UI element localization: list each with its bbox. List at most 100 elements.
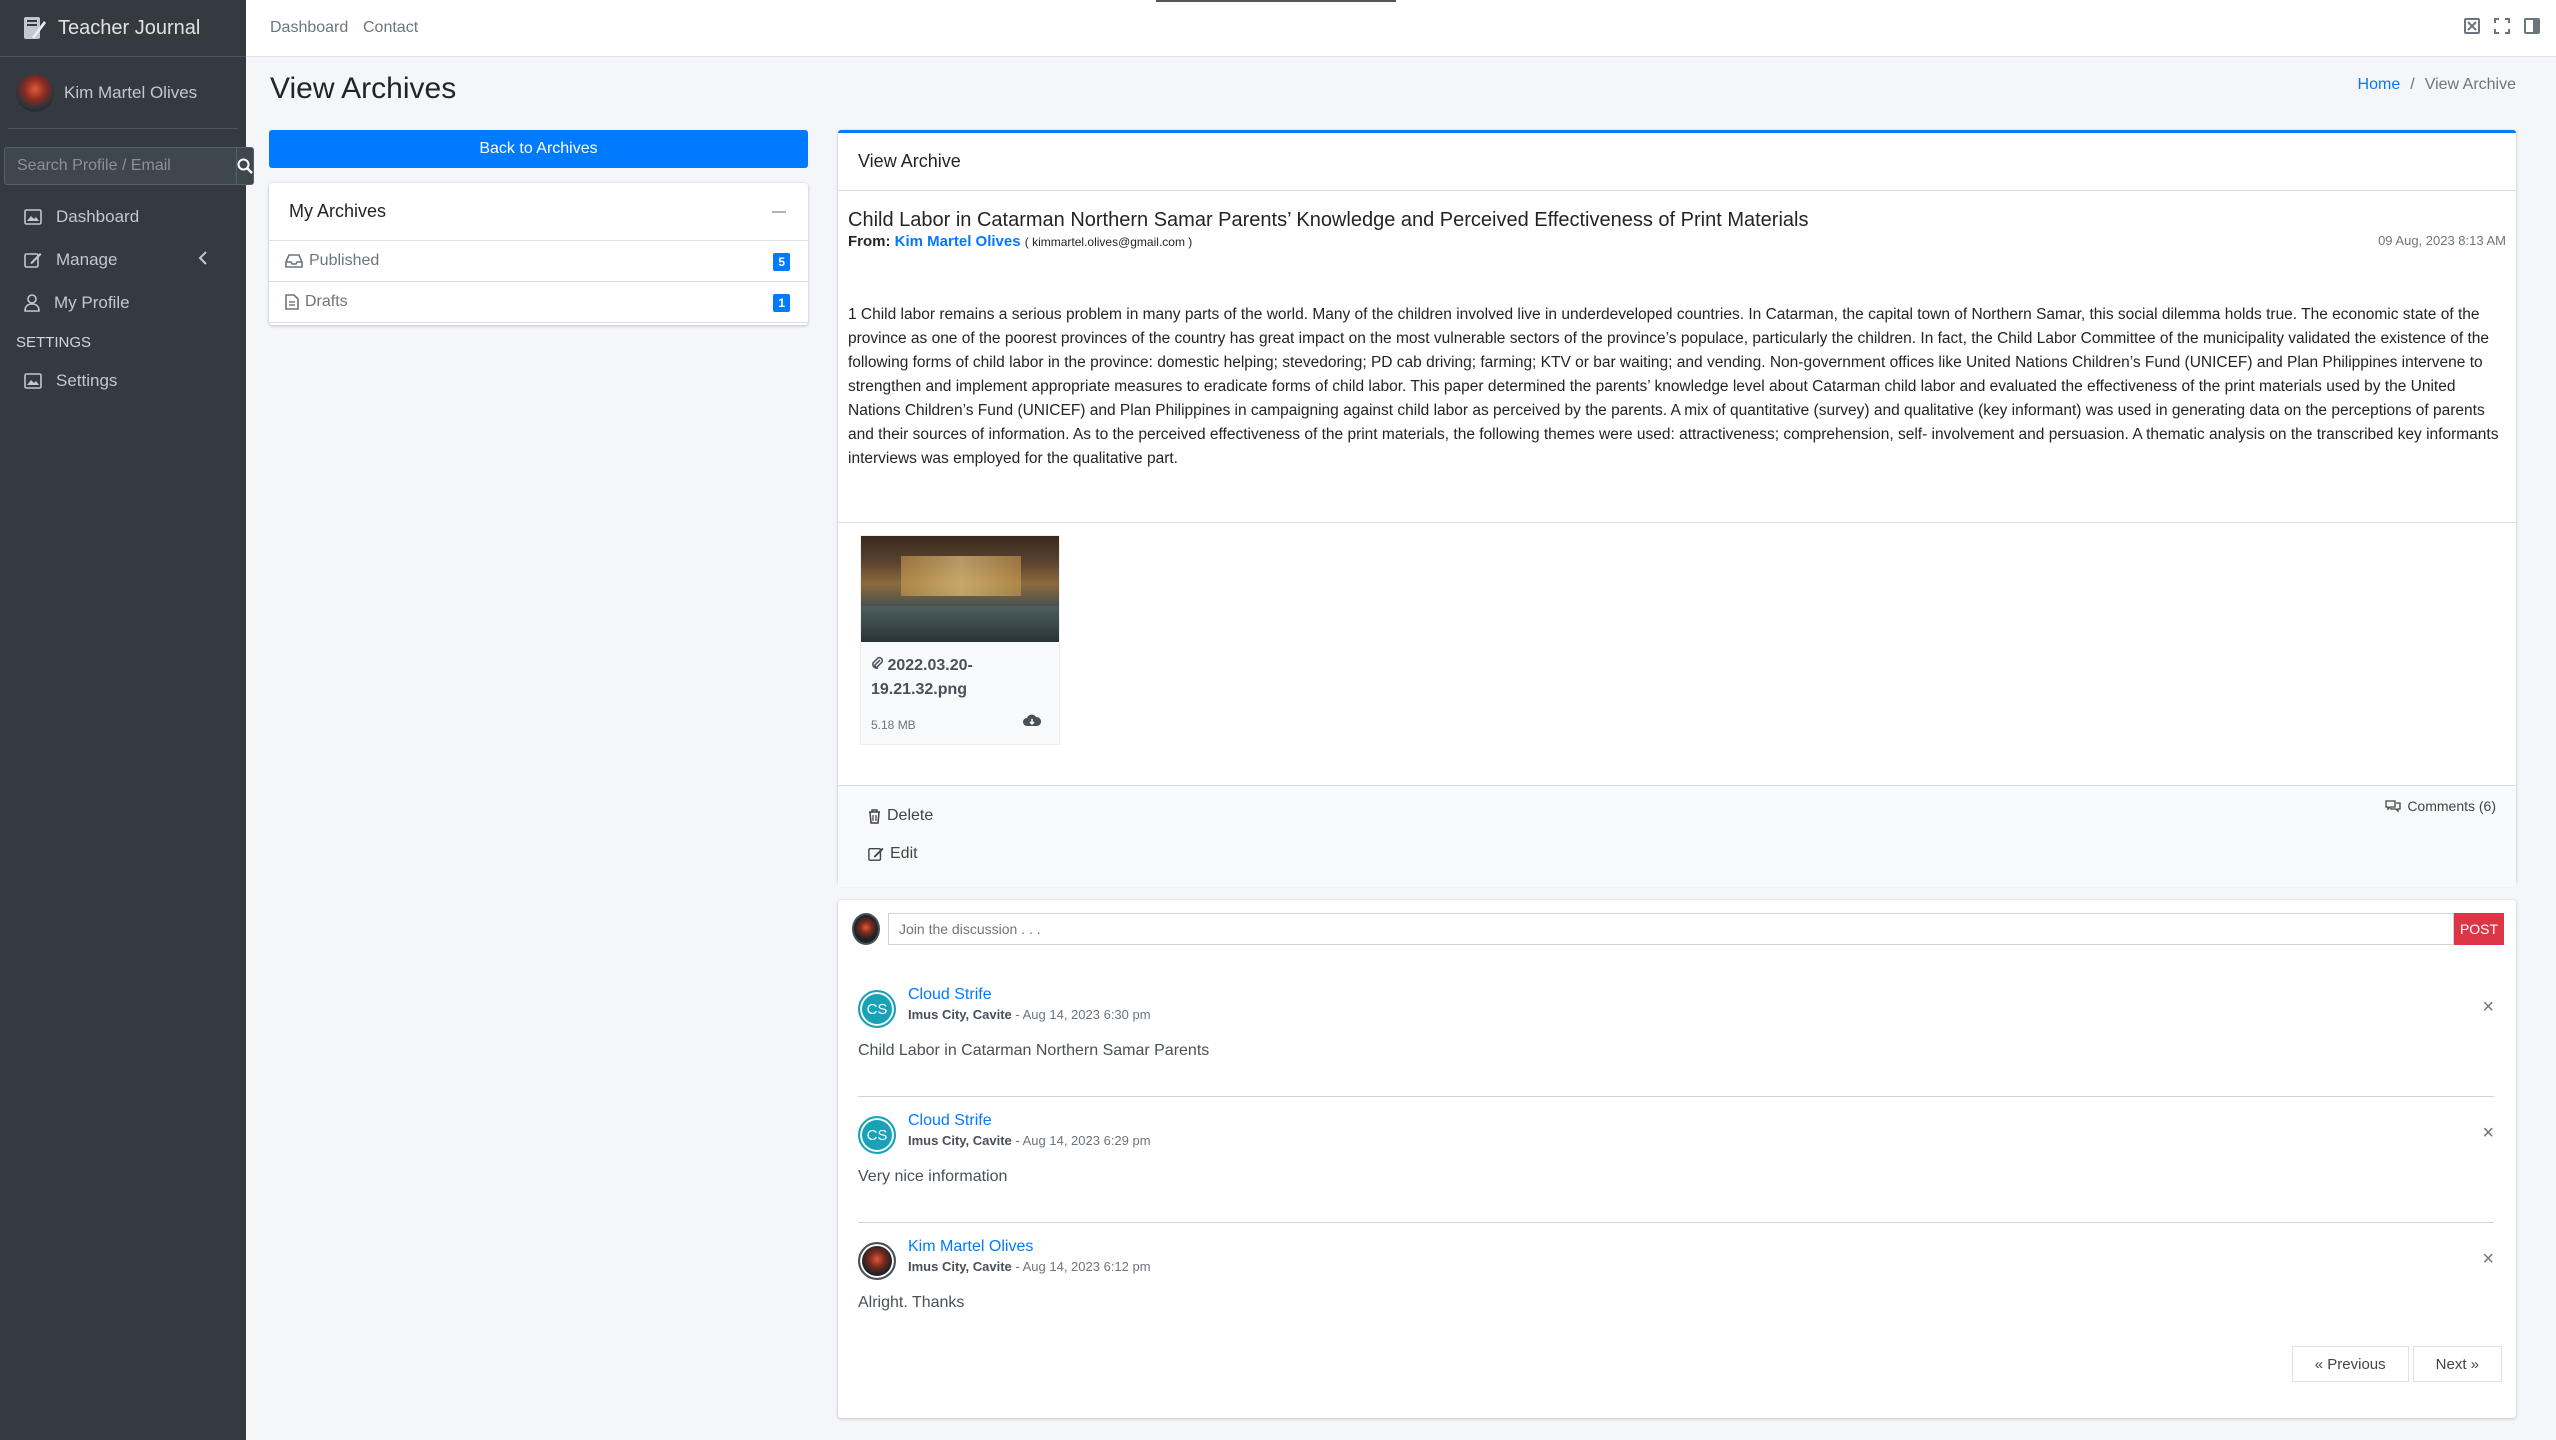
close-icon[interactable]: × <box>2482 1248 2494 1271</box>
divider <box>838 522 2516 523</box>
comment-author[interactable]: Cloud Strife <box>908 1112 992 1130</box>
card-header: View Archive <box>838 133 2516 191</box>
sidebar-item-label: Manage <box>56 249 118 269</box>
comment-meta: Imus City, Cavite - Aug 14, 2023 6:29 pm <box>908 1133 1151 1148</box>
sidebar-search <box>4 147 254 185</box>
message-body: 1 Child labor remains a serious problem … <box>848 306 2499 467</box>
close-window-icon[interactable] <box>2464 18 2480 34</box>
brand-text: Teacher Journal <box>58 16 201 39</box>
journal-logo-icon <box>24 17 46 39</box>
loading-indicator <box>1156 0 1396 2</box>
user-panel[interactable]: Kim Martel Olives <box>8 57 238 129</box>
sidebar-item-manage[interactable]: Manage <box>0 238 246 281</box>
brand-link[interactable]: Teacher Journal <box>0 0 246 57</box>
comment-text: Alright. Thanks <box>858 1294 965 1311</box>
discussion-card: POST CS Cloud Strife Imus City, Cavite -… <box>838 900 2516 1418</box>
attachment[interactable]: 2022.03.20-19.21.32.png 5.18 MB <box>860 535 1060 745</box>
sidebar-item-label: Dashboard <box>56 206 140 226</box>
avatar: CS <box>858 990 896 1028</box>
comment-meta: Imus City, Cavite - Aug 14, 2023 6:30 pm <box>908 1007 1151 1022</box>
comment-author[interactable]: Cloud Strife <box>908 986 992 1004</box>
search-button[interactable] <box>236 147 254 185</box>
message-date: 09 Aug, 2023 8:13 AM <box>2378 233 2506 248</box>
previous-button[interactable]: « Previous <box>2291 1346 2409 1382</box>
back-to-archives-button[interactable]: Back to Archives <box>269 130 808 168</box>
inbox-icon <box>285 254 303 268</box>
next-button[interactable]: Next » <box>2412 1346 2502 1382</box>
breadcrumb-current: View Archive <box>2424 76 2516 93</box>
edit-icon <box>24 252 42 268</box>
paperclip-icon <box>872 656 884 669</box>
from-label: From: <box>848 233 891 250</box>
breadcrumb: Home / View Archive <box>2358 76 2516 94</box>
nav-link-dashboard[interactable]: Dashboard <box>270 19 348 37</box>
sender-link[interactable]: Kim Martel Olives <box>895 233 1021 250</box>
card-title: View Archive <box>858 151 961 171</box>
comment-text: Child Labor in Catarman Northern Samar P… <box>858 1042 1210 1059</box>
trash-icon <box>869 808 880 824</box>
card-title: My Archives <box>289 201 387 221</box>
delete-button[interactable]: Delete <box>860 800 941 832</box>
attachment-name[interactable]: 2022.03.20-19.21.32.png <box>871 654 1049 702</box>
sidebar: Teacher Journal Kim Martel Olives Dashbo… <box>0 0 254 1440</box>
folder-published[interactable]: Published 5 <box>269 241 808 282</box>
card-footer: Delete Edit Comments (6) <box>838 785 2516 887</box>
folder-label: Published <box>309 252 380 269</box>
comments-icon <box>2385 800 2401 813</box>
comment-text: Very nice information <box>858 1168 1008 1185</box>
post-button[interactable]: POST <box>2454 913 2504 945</box>
folder-drafts[interactable]: Drafts 1 <box>269 282 808 323</box>
user-name[interactable]: Kim Martel Olives <box>64 83 197 103</box>
edit-button[interactable]: Edit <box>860 838 926 870</box>
count-badge: 1 <box>773 294 790 312</box>
search-icon <box>237 158 253 174</box>
file-icon <box>285 294 299 310</box>
chevron-left-icon <box>198 251 207 265</box>
search-input[interactable] <box>4 147 236 185</box>
page-title: View Archives <box>270 72 457 105</box>
avatar <box>858 1242 896 1280</box>
attachment-info: 2022.03.20-19.21.32.png 5.18 MB <box>861 642 1059 744</box>
view-archive-card: View Archive Child Labor in Catarman Nor… <box>838 130 2516 887</box>
message-from: From: Kim Martel Olives ( kimmartel.oliv… <box>848 233 1192 250</box>
comments-count[interactable]: Comments (6) <box>2385 798 2496 814</box>
sender-email: ( kimmartel.olives@gmail.com ) <box>1024 235 1193 249</box>
attachment-size: 5.18 MB <box>871 718 916 732</box>
avatar <box>16 73 54 112</box>
attachment-thumbnail[interactable] <box>861 536 1059 642</box>
avatar <box>852 913 880 945</box>
collapse-icon[interactable] <box>772 211 786 213</box>
sidebar-nav: Dashboard Manage My Profile SETTINGS Set… <box>0 195 246 402</box>
sidebar-item-my-profile[interactable]: My Profile <box>0 281 246 324</box>
divider <box>858 1222 2494 1223</box>
close-icon[interactable]: × <box>2482 996 2494 1019</box>
comment-author[interactable]: Kim Martel Olives <box>908 1238 1033 1256</box>
my-archives-card: My Archives Published 5 Drafts 1 <box>269 183 808 325</box>
sidebar-item-label: My Profile <box>54 292 130 312</box>
comment-form: POST <box>852 912 2504 946</box>
folder-label: Drafts <box>305 293 348 310</box>
user-icon <box>24 293 40 312</box>
pagination: « Previous Next » <box>2291 1346 2502 1382</box>
sidebar-item-label: Settings <box>56 370 118 390</box>
edit-icon <box>868 847 884 861</box>
comment-input[interactable] <box>888 913 2454 945</box>
image-icon <box>24 372 42 389</box>
fullscreen-icon[interactable] <box>2494 18 2510 34</box>
card-header: My Archives <box>269 183 808 241</box>
message-subject: Child Labor in Catarman Northern Samar P… <box>848 209 1809 231</box>
close-icon[interactable]: × <box>2482 1122 2494 1145</box>
nav-link-contact[interactable]: Contact <box>363 19 418 37</box>
breadcrumb-home[interactable]: Home <box>2358 76 2401 93</box>
sidebar-item-settings[interactable]: Settings <box>0 359 246 402</box>
avatar: CS <box>858 1116 896 1154</box>
cloud-download-icon[interactable] <box>1023 714 1041 728</box>
control-sidebar-icon[interactable] <box>2524 18 2540 34</box>
breadcrumb-separator: / <box>2410 76 2415 93</box>
dashboard-icon <box>24 208 42 225</box>
sidebar-item-dashboard[interactable]: Dashboard <box>0 195 246 238</box>
top-navbar: Dashboard Contact <box>246 0 2556 57</box>
divider <box>858 1096 2494 1097</box>
comment-meta: Imus City, Cavite - Aug 14, 2023 6:12 pm <box>908 1259 1151 1274</box>
navbar-actions <box>2464 18 2540 34</box>
